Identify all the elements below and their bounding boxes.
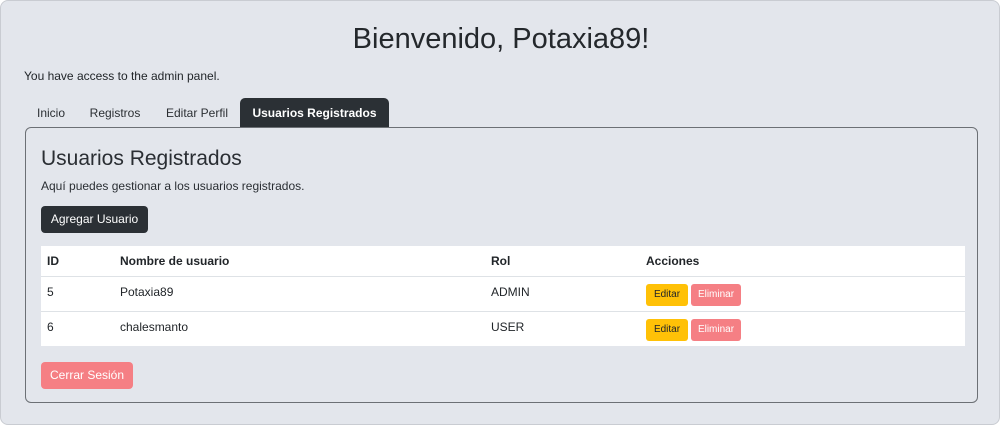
- cell-role: USER: [491, 320, 525, 334]
- add-user-button[interactable]: Agregar Usuario: [41, 206, 148, 233]
- table-row: 5 Potaxia89 ADMIN Editar Eliminar: [41, 277, 965, 312]
- panel-title: Usuarios Registrados: [41, 147, 242, 170]
- delete-button[interactable]: Eliminar: [691, 319, 741, 341]
- panel-description: Aquí puedes gestionar a los usuarios reg…: [41, 179, 305, 193]
- table-header-row: ID Nombre de usuario Rol Acciones: [41, 246, 965, 277]
- cell-id: 6: [47, 320, 54, 334]
- column-header-username: Nombre de usuario: [120, 254, 230, 268]
- cell-role: ADMIN: [491, 285, 530, 299]
- tab-editar-perfil[interactable]: Editar Perfil: [156, 98, 238, 128]
- cell-username: Potaxia89: [120, 285, 174, 299]
- table-row: 6 chalesmanto USER Editar Eliminar: [41, 312, 965, 346]
- tab-usuarios-registrados[interactable]: Usuarios Registrados: [240, 98, 389, 128]
- edit-button[interactable]: Editar: [646, 284, 688, 306]
- delete-button[interactable]: Eliminar: [691, 284, 741, 306]
- tab-inicio[interactable]: Inicio: [26, 98, 76, 128]
- cell-username: chalesmanto: [120, 320, 189, 334]
- users-panel: Usuarios Registrados Aquí puedes gestion…: [25, 127, 978, 403]
- column-header-role: Rol: [491, 254, 511, 268]
- edit-button[interactable]: Editar: [646, 319, 688, 341]
- column-header-id: ID: [47, 254, 59, 268]
- column-header-actions: Acciones: [646, 254, 700, 268]
- tab-registros[interactable]: Registros: [81, 98, 149, 128]
- users-table: ID Nombre de usuario Rol Acciones 5 Pota…: [41, 246, 965, 346]
- access-message: You have access to the admin panel.: [24, 69, 220, 83]
- page-title: Bienvenido, Potaxia89!: [352, 23, 650, 55]
- app-frame: Bienvenido, Potaxia89! You have access t…: [0, 0, 1000, 425]
- logout-button[interactable]: Cerrar Sesión: [41, 362, 133, 389]
- cell-id: 5: [47, 285, 54, 299]
